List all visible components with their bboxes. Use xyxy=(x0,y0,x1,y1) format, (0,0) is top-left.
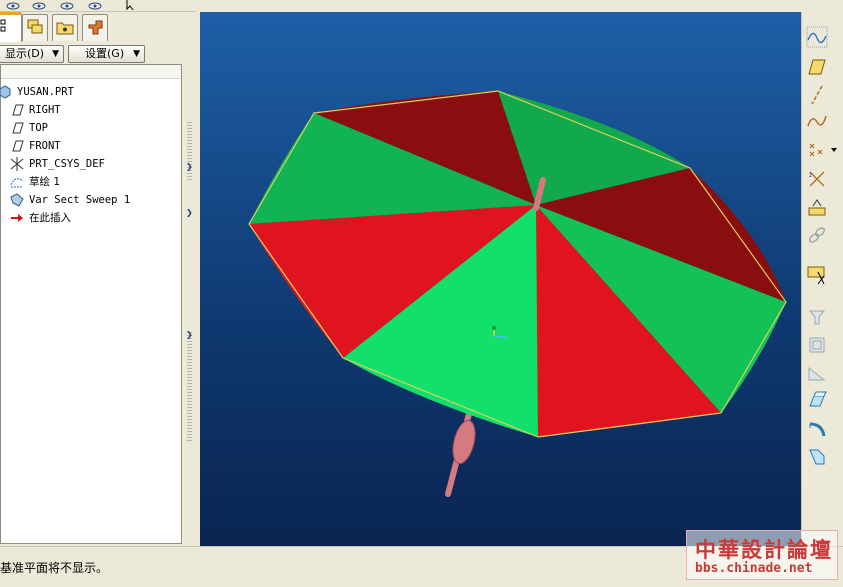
umbrella-model[interactable] xyxy=(200,12,801,546)
model-tree-panel: YUSAN.PRT RIGHT TOP FRONT PRT_CSYS_DEF 草… xyxy=(0,64,182,544)
splitter-grip[interactable] xyxy=(187,122,192,182)
folder-icon xyxy=(56,22,74,35)
eye-icon[interactable] xyxy=(30,0,48,11)
insert-here-arrow-icon xyxy=(11,214,23,222)
datum-plane-icon xyxy=(12,104,24,116)
sketch-tool-icon[interactable] xyxy=(806,26,828,48)
tree-item-front[interactable]: FRONT xyxy=(9,138,61,154)
rib-tool-icon xyxy=(808,366,826,381)
csys-origin xyxy=(492,326,496,330)
tree-item-label: YUSAN.PRT xyxy=(17,86,74,98)
feature-toolbar: z xyxy=(801,12,843,546)
chamfer-tool-icon[interactable] xyxy=(806,446,828,468)
settings-menu-button[interactable]: 设置(G) ▼ xyxy=(68,45,145,63)
tree-item-label: Var Sect Sweep 1 xyxy=(29,194,131,206)
sweep-icon xyxy=(10,193,24,207)
tab-folder-browser[interactable] xyxy=(52,14,78,41)
tree-column-header xyxy=(1,65,181,79)
datum-point-tool-icon[interactable] xyxy=(806,138,828,160)
datum-plane-tool-icon[interactable] xyxy=(806,56,828,78)
tree-item-top[interactable]: TOP xyxy=(9,120,48,136)
cursor-select-icon[interactable] xyxy=(124,0,142,11)
forum-watermark: 中華設計論壇 bbs.chinade.net xyxy=(686,530,838,580)
tree-menu-bar: 显示(D) ▼ 设置(G) ▼ xyxy=(0,42,184,64)
tree-item-part[interactable]: YUSAN.PRT xyxy=(0,84,74,100)
hole-tool-icon xyxy=(808,310,826,325)
display-menu-label: 显示(D) xyxy=(5,47,45,60)
eye-icon[interactable] xyxy=(4,0,22,11)
panel-splitter[interactable]: ❯ ❯ ❯ xyxy=(182,12,200,546)
datum-axis-tool-icon[interactable] xyxy=(806,84,828,106)
tree-item-label: TOP xyxy=(29,122,48,134)
tree-item-label: RIGHT xyxy=(29,104,61,116)
datum-plane-icon xyxy=(12,122,24,134)
chevron-down-icon: ▼ xyxy=(133,49,140,59)
settings-menu-label: 设置(G) xyxy=(85,47,125,60)
tree-item-sketch[interactable]: 草绘 1 xyxy=(9,174,60,190)
tree-item-label: FRONT xyxy=(29,140,61,152)
csys-icon xyxy=(10,157,24,171)
tab-model-tree[interactable] xyxy=(0,12,22,42)
tab-favorites[interactable] xyxy=(82,14,108,41)
csys-tool-icon[interactable]: z xyxy=(806,168,828,190)
watermark-url: bbs.chinade.net xyxy=(695,561,813,576)
chevron-right-icon[interactable]: ❯ xyxy=(186,330,193,339)
sketch-icon xyxy=(10,178,24,188)
eye-icon[interactable] xyxy=(58,0,76,11)
status-message: 基准平面将不显示。 xyxy=(0,561,109,575)
round-tool-icon[interactable] xyxy=(806,418,828,440)
draft-tool-icon[interactable] xyxy=(806,390,828,412)
display-menu-button[interactable]: 显示(D) ▼ xyxy=(0,45,64,63)
graphics-viewport[interactable] xyxy=(200,12,801,546)
tree-item-right[interactable]: RIGHT xyxy=(9,102,61,118)
layers-icon xyxy=(27,19,43,34)
tree-item-label: PRT_CSYS_DEF xyxy=(29,158,105,170)
model-tree-icon xyxy=(0,19,6,32)
chain-tool-icon xyxy=(808,227,826,243)
svg-text:z: z xyxy=(809,172,812,179)
umbrella-handle xyxy=(452,420,476,464)
eye-icon[interactable] xyxy=(86,0,104,11)
tools-icon xyxy=(88,20,103,35)
navigator-tabs xyxy=(0,12,196,42)
chevron-down-icon: ▼ xyxy=(52,49,59,59)
insert-feature-tool-icon[interactable] xyxy=(806,264,828,286)
watermark-logo: 中華設計論壇 xyxy=(695,537,833,562)
datum-curve-tool-icon[interactable] xyxy=(806,110,828,132)
part-icon xyxy=(0,85,11,99)
tree-item-label: 在此插入 xyxy=(29,212,71,224)
shell-tool-icon xyxy=(809,337,825,353)
tab-layers[interactable] xyxy=(22,14,48,41)
tree-item-csys[interactable]: PRT_CSYS_DEF xyxy=(9,156,105,172)
chevron-right-icon[interactable]: ❯ xyxy=(186,208,193,217)
top-toolbar-strip xyxy=(0,0,196,12)
datum-plane-icon xyxy=(12,140,24,152)
tree-item-insert-here[interactable]: 在此插入 xyxy=(9,210,71,226)
chevron-down-icon[interactable] xyxy=(830,146,838,154)
splitter-grip[interactable] xyxy=(187,332,192,442)
tree-item-var-sect-sweep[interactable]: Var Sect Sweep 1 xyxy=(9,192,130,208)
tree-item-label: 草绘 1 xyxy=(29,176,61,188)
chevron-right-icon[interactable]: ❯ xyxy=(186,162,193,171)
analysis-tool-icon[interactable] xyxy=(806,196,828,218)
